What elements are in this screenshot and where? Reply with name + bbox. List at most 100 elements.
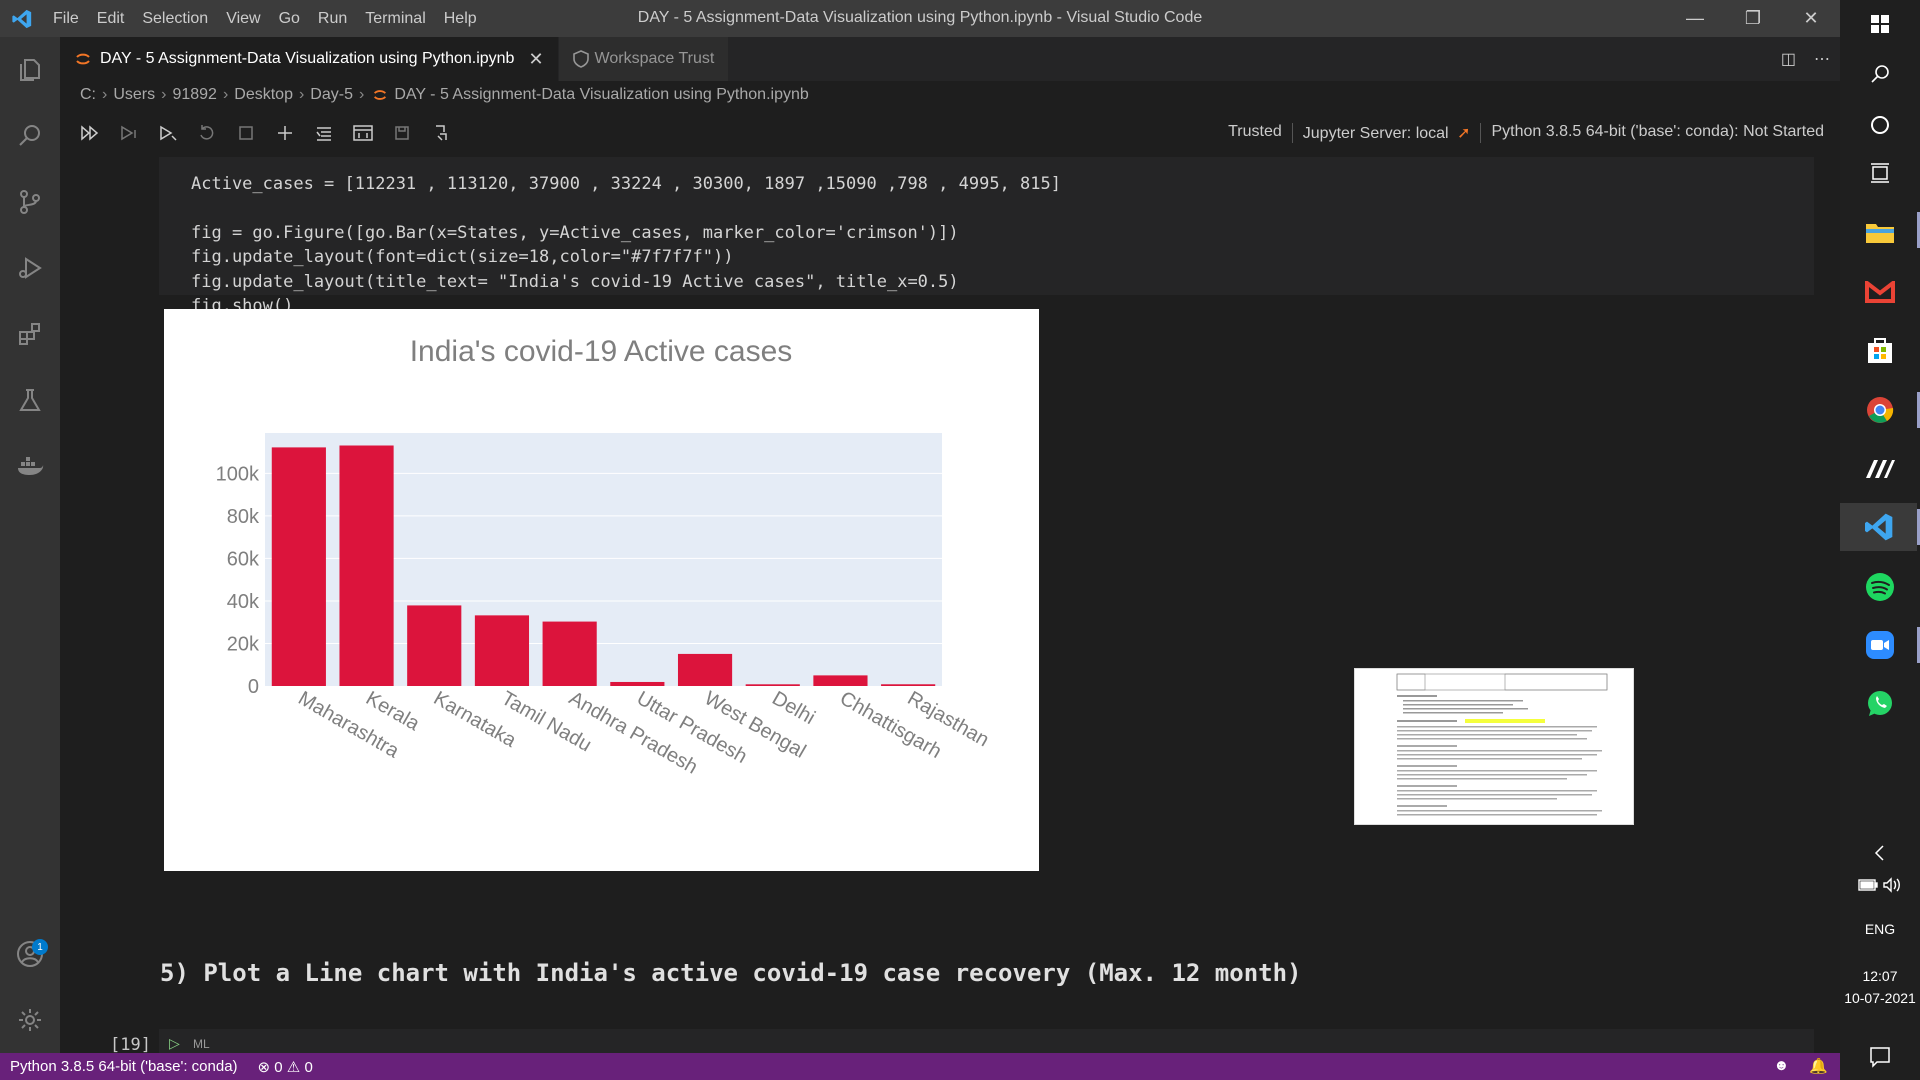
chevron-left-icon[interactable] <box>1840 838 1920 868</box>
trusted-status[interactable]: Trusted <box>1218 123 1292 143</box>
bar[interactable] <box>339 445 394 686</box>
save-icon[interactable] <box>382 118 421 148</box>
chrome-icon[interactable] <box>1840 386 1920 434</box>
breadcrumb-user[interactable]: 91892 <box>172 86 217 104</box>
windows-start-icon[interactable] <box>1840 0 1920 48</box>
next-code-cell[interactable]: ▷ ML <box>159 1029 1814 1053</box>
breadcrumb-desktop[interactable]: Desktop <box>234 86 293 104</box>
extensions-icon[interactable] <box>0 301 60 367</box>
spotify-icon[interactable] <box>1840 563 1920 611</box>
restore-icon[interactable]: ❐ <box>1724 0 1782 37</box>
menu-selection[interactable]: Selection <box>133 10 217 28</box>
execution-count: [19] <box>110 1035 151 1053</box>
run-cell-icon[interactable]: ▷ <box>169 1035 180 1052</box>
clock-date[interactable]: 10-07-2021 <box>1840 990 1920 1006</box>
code-line: Active_cases = [112231 , 113120, 37900 ,… <box>191 173 1061 194</box>
app-logo-icon[interactable] <box>1840 445 1920 493</box>
cortana-icon[interactable] <box>1840 101 1920 149</box>
accounts-badge: 1 <box>32 939 48 955</box>
plug-icon: ➚ <box>1457 125 1471 142</box>
split-editor-icon[interactable]: ◫ <box>1781 49 1796 69</box>
bar[interactable] <box>271 447 326 686</box>
menu-terminal[interactable]: Terminal <box>356 10 434 28</box>
menu-edit[interactable]: Edit <box>88 10 134 28</box>
editor-tabs: DAY - 5 Assignment-Data Visualization us… <box>60 37 1840 81</box>
y-tick-label: 40k <box>227 591 260 613</box>
docker-icon[interactable] <box>0 433 60 499</box>
bar[interactable] <box>407 605 462 686</box>
notebook-toolbar: Trusted Jupyter Server: local ➚ Python 3… <box>60 109 1840 157</box>
zoom-icon[interactable] <box>1840 621 1920 669</box>
action-center-icon[interactable] <box>1840 1040 1920 1074</box>
more-actions-icon[interactable]: ⋯ <box>1814 49 1830 69</box>
bar[interactable] <box>813 675 868 686</box>
clear-outputs-icon[interactable] <box>304 118 343 148</box>
gmail-icon[interactable] <box>1840 268 1920 316</box>
restart-kernel-icon[interactable] <box>187 118 226 148</box>
breadcrumb-folder[interactable]: Day-5 <box>310 86 353 104</box>
breadcrumb-drive[interactable]: C: <box>80 86 96 104</box>
jupyter-icon <box>76 53 90 65</box>
task-view-icon[interactable] <box>1840 149 1920 197</box>
breadcrumb-users[interactable]: Users <box>113 86 155 104</box>
bar[interactable] <box>745 684 800 686</box>
bar[interactable] <box>542 621 597 686</box>
bar[interactable] <box>610 681 665 686</box>
menu-view[interactable]: View <box>217 10 269 28</box>
notifications-bell-icon[interactable]: 🔔 <box>1809 1057 1828 1075</box>
tab-notebook[interactable]: DAY - 5 Assignment-Data Visualization us… <box>60 37 559 81</box>
breadcrumb-file[interactable]: DAY - 5 Assignment-Data Visualization us… <box>394 86 808 104</box>
search-icon[interactable] <box>0 103 60 169</box>
whatsapp-icon[interactable] <box>1840 680 1920 728</box>
tab-workspace-trust[interactable]: Workspace Trust <box>558 37 730 81</box>
explorer-icon[interactable] <box>0 37 60 103</box>
menu-run[interactable]: Run <box>309 10 356 28</box>
bar-chart: India's covid-19 Active cases 0 20k 40k 60k… <box>216 335 993 779</box>
bar[interactable] <box>474 615 530 686</box>
notebook-content: Active_cases = [112231 , 113120, 37900 ,… <box>60 157 1840 1053</box>
menu-go[interactable]: Go <box>270 10 309 28</box>
minimize-icon[interactable]: — <box>1666 0 1724 37</box>
vscode-logo-icon <box>0 0 44 37</box>
document-thumbnail[interactable] <box>1354 668 1634 825</box>
testing-icon[interactable] <box>0 367 60 433</box>
variables-icon[interactable] <box>343 118 382 148</box>
clock-time[interactable]: 12:07 <box>1840 968 1920 984</box>
jupyter-server-status[interactable]: Jupyter Server: local ➚ <box>1291 123 1481 143</box>
taskbar-search-icon[interactable] <box>1840 50 1920 98</box>
y-tick-label: 0 <box>248 676 259 698</box>
file-explorer-icon[interactable] <box>1840 208 1920 256</box>
menu-help[interactable]: Help <box>435 10 486 28</box>
x-tick-label: Delhi <box>768 687 818 729</box>
activity-bar: 1 <box>0 37 60 1053</box>
tab-close-icon[interactable]: ✕ <box>528 49 543 70</box>
input-language[interactable]: ENG <box>1840 921 1920 937</box>
accounts-icon[interactable]: 1 <box>0 921 60 987</box>
jupyter-file-icon <box>374 90 387 100</box>
cell-language[interactable]: ML <box>193 1037 210 1051</box>
bar[interactable] <box>677 653 733 686</box>
battery-volume-icon[interactable] <box>1840 870 1920 900</box>
export-icon[interactable] <box>421 118 460 148</box>
kernel-status[interactable]: Python 3.8.5 64-bit ('base': conda): Not… <box>1480 123 1834 143</box>
vscode-taskbar-icon[interactable] <box>1840 503 1917 551</box>
run-debug-icon[interactable] <box>0 235 60 301</box>
python-interpreter-status[interactable]: Python 3.8.5 64-bit ('base': conda) <box>0 1058 248 1075</box>
run-below-icon[interactable] <box>148 118 187 148</box>
title-bar: File Edit Selection View Go Run Terminal… <box>0 0 1840 37</box>
add-cell-icon[interactable] <box>265 118 304 148</box>
plotly-output: India's covid-19 Active cases 0 20k 40k 60k… <box>164 309 1039 871</box>
source-control-icon[interactable] <box>0 169 60 235</box>
menu-file[interactable]: File <box>44 10 88 28</box>
settings-gear-icon[interactable] <box>0 987 60 1053</box>
interrupt-kernel-icon[interactable] <box>226 118 265 148</box>
run-all-icon[interactable] <box>70 118 109 148</box>
feedback-icon[interactable]: ☻ <box>1774 1057 1790 1075</box>
jupyter-server-label: Jupyter Server: local <box>1302 125 1449 142</box>
run-above-icon[interactable] <box>109 118 148 148</box>
close-icon[interactable]: ✕ <box>1782 0 1840 37</box>
problems-status[interactable]: ⊗ 0 ⚠ 0 <box>248 1058 323 1076</box>
bar[interactable] <box>881 684 936 686</box>
microsoft-store-icon[interactable] <box>1840 326 1920 374</box>
code-cell[interactable]: Active_cases = [112231 , 113120, 37900 ,… <box>159 157 1814 316</box>
